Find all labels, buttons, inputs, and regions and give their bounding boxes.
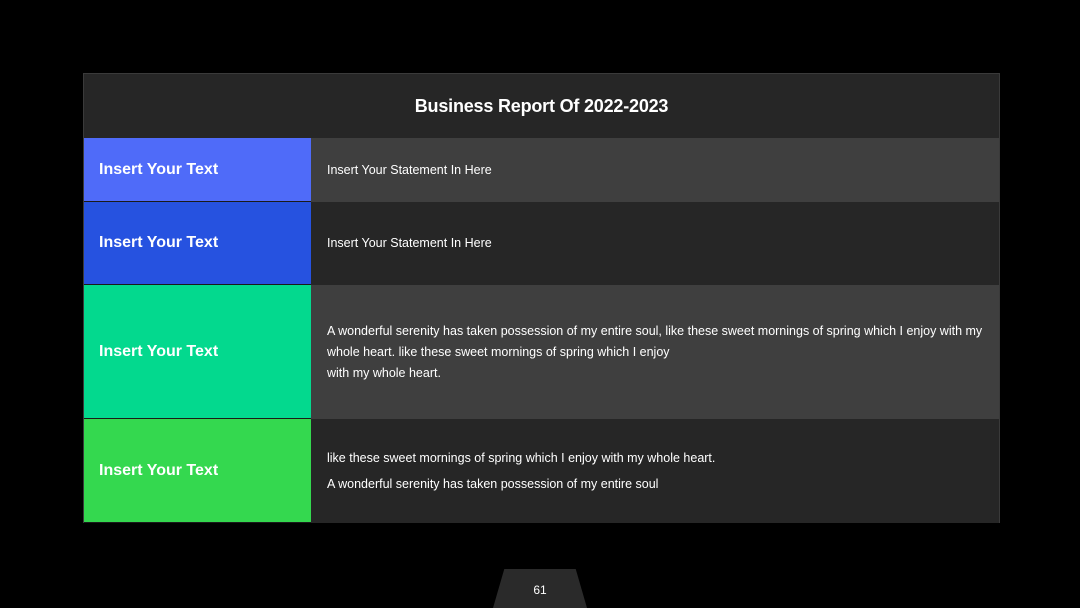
report-title: Business Report Of 2022-2023 [414,95,669,116]
row-label: Insert Your Text [84,419,311,523]
row-label: Insert Your Text [84,138,311,202]
row-label: Insert Your Text [84,202,311,285]
row-label: Insert Your Text [84,285,311,419]
row-statement: Insert Your Statement In Here [311,202,999,285]
business-report-table: Business Report Of 2022-2023 Insert Your… [83,73,1000,523]
statement-text: Insert Your Statement In Here [327,162,492,177]
statement-text: like these sweet mornings of spring whic… [327,450,716,465]
page-number-tab: 61 [493,569,587,608]
statement-text: A wonderful serenity has taken possessio… [327,476,659,491]
row-statement: like these sweet mornings of spring whic… [311,419,999,523]
row-statement: Insert Your Statement In Here [311,138,999,202]
table-row: Insert Your Text Insert Your Statement I… [84,138,999,202]
statement-text: A wonderful serenity has taken possessio… [327,323,983,380]
page-number: 61 [533,582,547,597]
table-header: Business Report Of 2022-2023 [84,74,999,138]
statement-text: Insert Your Statement In Here [327,236,492,250]
table-row: Insert Your Text A wonderful serenity ha… [84,285,999,419]
row-statement: A wonderful serenity has taken possessio… [311,285,999,419]
table-row: Insert Your Text like these sweet mornin… [84,419,999,523]
table-row: Insert Your Text Insert Your Statement I… [84,202,999,285]
